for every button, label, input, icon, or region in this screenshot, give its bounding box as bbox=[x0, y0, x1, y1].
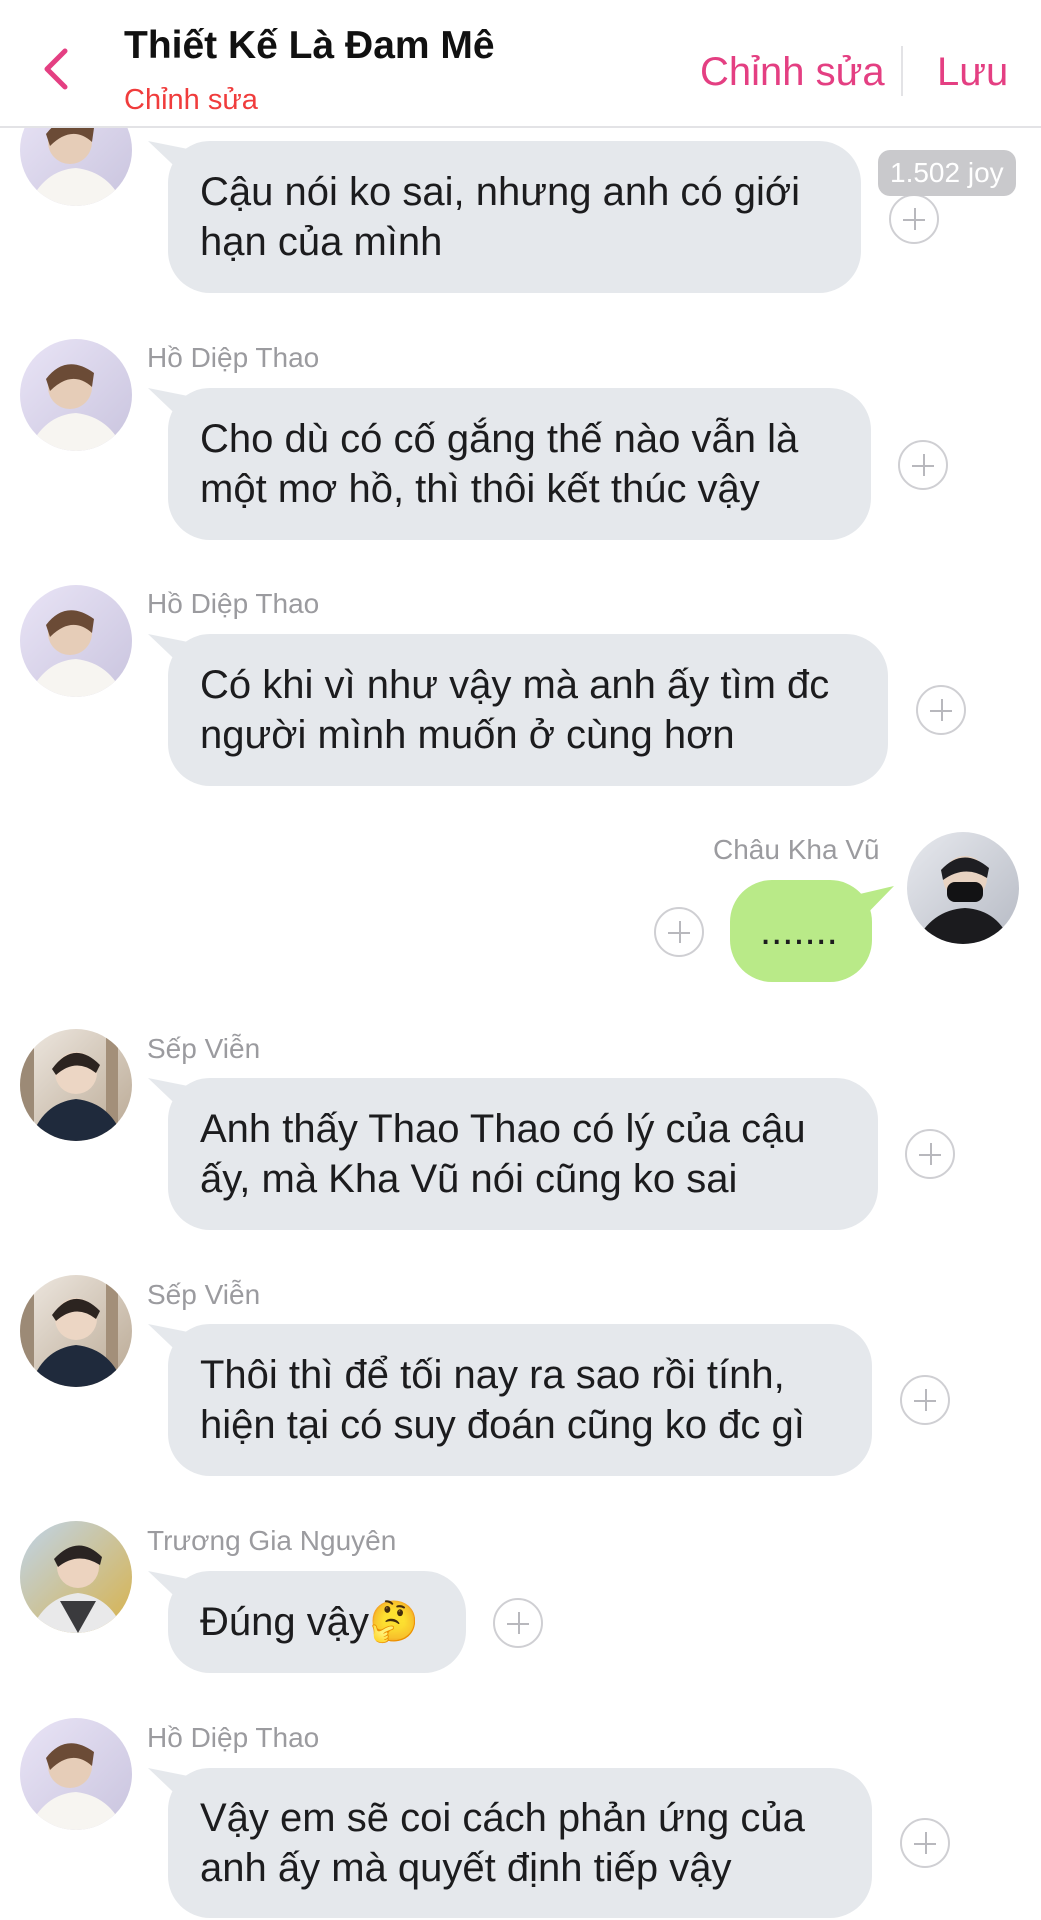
sender-name: Sếp Viễn bbox=[147, 1033, 261, 1064]
message-text: Đúng vậy🤔 bbox=[200, 1600, 419, 1644]
message-bubble-outgoing[interactable]: ....... bbox=[730, 880, 872, 982]
chat-title: Thiết Kế Là Đam Mê bbox=[124, 24, 495, 67]
add-reaction-button[interactable] bbox=[898, 440, 948, 490]
sender-name: Hồ Diệp Thao bbox=[147, 1722, 320, 1753]
avatar-sep-vien[interactable] bbox=[20, 1029, 132, 1141]
sender-name: Trương Gia Nguyên bbox=[147, 1525, 397, 1556]
message-bubble[interactable]: Cho dù có cố gắng thế nào vẫn là một mơ … bbox=[168, 388, 871, 540]
message-bubble[interactable]: Có khi vì như vậy mà anh ấy tìm đc người… bbox=[168, 634, 888, 786]
header-divider bbox=[901, 46, 903, 96]
message-text: Vậy em sẽ coi cách phản ứng của anh ấy m… bbox=[200, 1796, 805, 1890]
message-text: Anh thấy Thao Thao có lý của cậu ấy, mà … bbox=[200, 1107, 806, 1201]
sender-name: Châu Kha Vũ bbox=[713, 834, 880, 865]
avatar-ho-diep-thao[interactable] bbox=[20, 1718, 132, 1830]
sender-name: Hồ Diệp Thao bbox=[147, 342, 320, 373]
message-text: ....... bbox=[760, 909, 838, 953]
avatar-ho-diep-thao[interactable] bbox=[20, 585, 132, 697]
add-reaction-button[interactable] bbox=[493, 1598, 543, 1648]
message-bubble[interactable]: Cậu nói ko sai, nhưng anh có giới hạn củ… bbox=[168, 141, 861, 293]
sender-name: Sếp Viễn bbox=[147, 1279, 261, 1310]
message-text: Cho dù có cố gắng thế nào vẫn là một mơ … bbox=[200, 417, 799, 511]
avatar-ho-diep-thao[interactable] bbox=[20, 339, 132, 451]
back-button[interactable] bbox=[36, 44, 76, 94]
add-reaction-button[interactable] bbox=[905, 1129, 955, 1179]
add-reaction-button[interactable] bbox=[900, 1818, 950, 1868]
chat-header: Thiết Kế Là Đam Mê Chỉnh sửa Chỉnh sửa L… bbox=[0, 0, 1041, 128]
chat-subtitle[interactable]: Chỉnh sửa bbox=[124, 84, 258, 117]
joy-badge: 1.502 joy bbox=[878, 150, 1016, 196]
message-text: Cậu nói ko sai, nhưng anh có giới hạn củ… bbox=[200, 170, 801, 264]
avatar-chau-kha-vu[interactable] bbox=[907, 832, 1019, 944]
message-bubble[interactable]: Vậy em sẽ coi cách phản ứng của anh ấy m… bbox=[168, 1768, 872, 1918]
save-button[interactable]: Lưu bbox=[937, 50, 1008, 95]
message-bubble[interactable]: Anh thấy Thao Thao có lý của cậu ấy, mà … bbox=[168, 1078, 878, 1230]
message-text: Thôi thì để tối nay ra sao rồi tính, hiệ… bbox=[200, 1353, 805, 1447]
chevron-left-icon bbox=[44, 48, 68, 90]
avatar-truong-gia-nguyen[interactable] bbox=[20, 1521, 132, 1633]
edit-button[interactable]: Chỉnh sửa bbox=[700, 50, 885, 95]
message-bubble[interactable]: Đúng vậy🤔 bbox=[168, 1571, 466, 1673]
sender-name: Hồ Diệp Thao bbox=[147, 588, 320, 619]
add-reaction-button[interactable] bbox=[654, 907, 704, 957]
message-bubble[interactable]: Thôi thì để tối nay ra sao rồi tính, hiệ… bbox=[168, 1324, 872, 1476]
add-reaction-button[interactable] bbox=[900, 1375, 950, 1425]
message-text: Có khi vì như vậy mà anh ấy tìm đc người… bbox=[200, 663, 830, 757]
add-reaction-button[interactable] bbox=[916, 685, 966, 735]
add-reaction-button[interactable] bbox=[889, 194, 939, 244]
avatar-sep-vien[interactable] bbox=[20, 1275, 132, 1387]
